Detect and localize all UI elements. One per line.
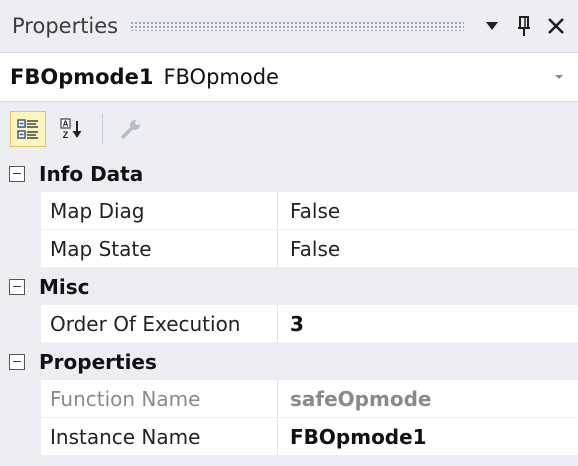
properties-panel: Properties FBOpmode1 FBOpmode A Z Info D… bbox=[0, 0, 578, 466]
collapse-toggle-icon[interactable] bbox=[9, 353, 25, 370]
object-selector-combobox[interactable]: FBOpmode1 FBOpmode bbox=[0, 52, 578, 102]
property-grid: Info Data Map Diag False Map State False… bbox=[0, 155, 578, 456]
svg-text:A: A bbox=[63, 119, 69, 128]
property-name: Map Diag bbox=[41, 192, 278, 230]
property-row-function-name[interactable]: Function Name safeOpmode bbox=[0, 380, 578, 418]
alphabetical-sort-icon: A Z bbox=[60, 117, 82, 140]
property-name: Map State bbox=[41, 230, 278, 268]
property-name: Instance Name bbox=[41, 418, 278, 456]
categorized-button[interactable] bbox=[10, 110, 46, 147]
chevron-down-icon[interactable] bbox=[552, 70, 566, 84]
pin-button[interactable] bbox=[510, 11, 538, 41]
collapse-toggle-icon[interactable] bbox=[9, 165, 25, 182]
category-label: Properties bbox=[39, 349, 157, 374]
pin-icon bbox=[518, 16, 530, 36]
property-row-map-state[interactable]: Map State False bbox=[0, 230, 578, 268]
category-label: Misc bbox=[39, 274, 90, 299]
dropdown-triangle-icon bbox=[486, 22, 498, 30]
category-label: Info Data bbox=[39, 161, 144, 186]
property-row-order-of-execution[interactable]: Order Of Execution 3 bbox=[0, 305, 578, 343]
collapse-toggle-icon[interactable] bbox=[9, 278, 25, 295]
property-name: Order Of Execution bbox=[41, 305, 278, 343]
property-row-instance-name[interactable]: Instance Name FBOpmode1 bbox=[0, 418, 578, 456]
category-info-data[interactable]: Info Data bbox=[0, 155, 578, 192]
property-value[interactable]: False bbox=[278, 192, 578, 230]
property-value: safeOpmode bbox=[278, 380, 578, 418]
close-button[interactable] bbox=[542, 11, 570, 41]
close-icon bbox=[548, 18, 564, 34]
category-misc[interactable]: Misc bbox=[0, 268, 578, 305]
panel-bottom-edge bbox=[0, 455, 578, 466]
window-menu-button[interactable] bbox=[478, 11, 506, 41]
alphabetical-button[interactable]: A Z bbox=[54, 111, 90, 147]
property-value[interactable]: 3 bbox=[278, 305, 578, 343]
property-row-map-diag[interactable]: Map Diag False bbox=[0, 192, 578, 230]
property-name: Function Name bbox=[41, 380, 278, 418]
panel-title-bar[interactable]: Properties bbox=[0, 0, 578, 52]
wrench-icon bbox=[121, 119, 140, 139]
property-value[interactable]: FBOpmode1 bbox=[278, 418, 578, 456]
svg-text:Z: Z bbox=[63, 130, 69, 140]
panel-title: Properties bbox=[12, 14, 119, 38]
selected-object-name: FBOpmode1 bbox=[10, 65, 154, 89]
category-properties[interactable]: Properties bbox=[0, 343, 578, 380]
property-pages-button bbox=[113, 111, 149, 147]
toolbar-separator bbox=[102, 113, 103, 144]
categorized-icon bbox=[17, 118, 38, 139]
selected-object-type: FBOpmode bbox=[163, 65, 279, 89]
property-value[interactable]: False bbox=[278, 230, 578, 268]
properties-toolbar: A Z bbox=[0, 102, 578, 155]
drag-grip[interactable] bbox=[130, 21, 464, 31]
